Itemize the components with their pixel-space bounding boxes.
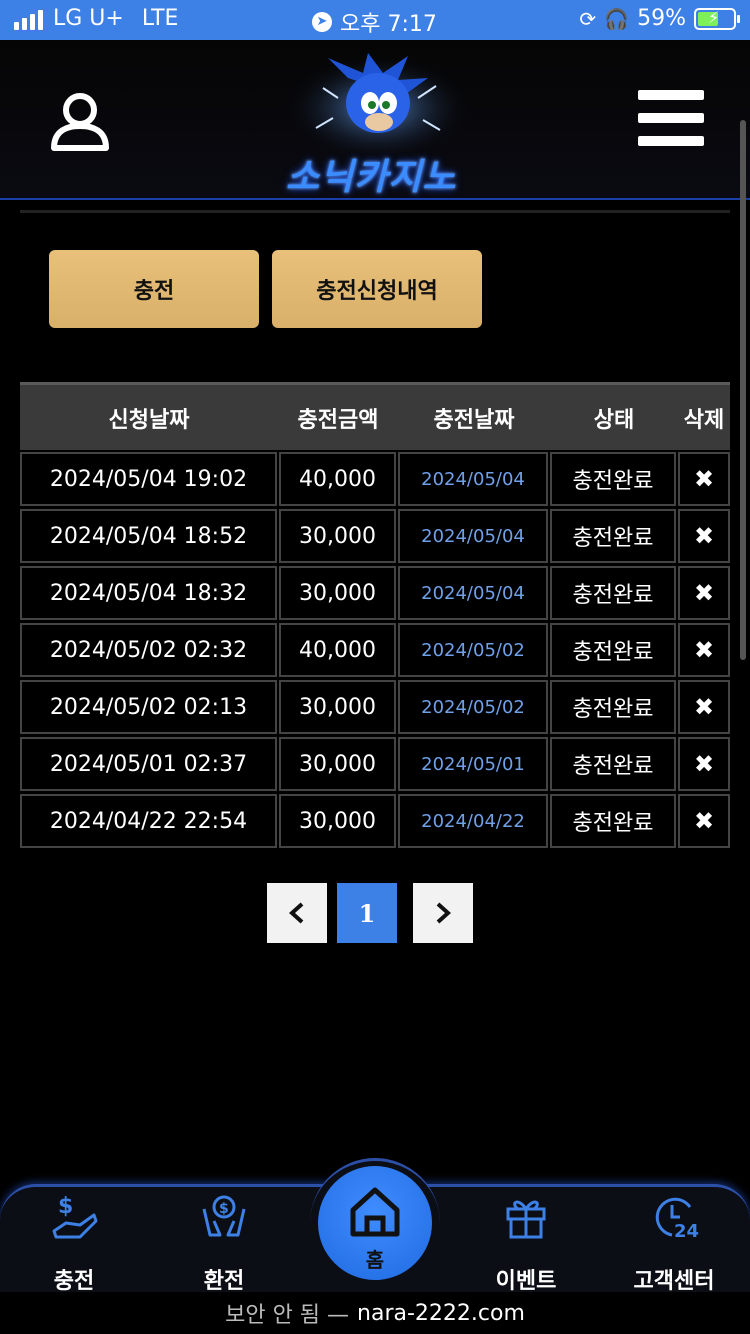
nav-home-button[interactable]: 홈 — [318, 1166, 432, 1280]
delete-icon[interactable]: ✖ — [678, 623, 730, 677]
status-cell: 충전완료 — [550, 623, 676, 677]
url-domain: nara-2222.com — [357, 1300, 525, 1326]
table-row: 2024/05/04 18:52 30,000 2024/05/04 충전완료 ✖ — [20, 509, 730, 563]
table-row: 2024/05/01 02:37 30,000 2024/05/01 충전완료 ✖ — [20, 737, 730, 791]
amount-cell: 30,000 — [279, 794, 396, 848]
sonic-mascot-icon — [283, 53, 473, 163]
hamburger-menu-icon[interactable] — [638, 90, 704, 146]
support-24h-icon: 24 — [655, 1197, 699, 1242]
charge-date-cell: 2024/05/02 — [398, 623, 548, 677]
logo-text: 소닉카지노 — [286, 157, 457, 198]
column-delete: 삭제 — [683, 407, 725, 433]
amount-cell: 30,000 — [279, 737, 396, 791]
home-icon — [350, 1187, 400, 1237]
status-cell: 충전완료 — [550, 680, 676, 734]
status-cell: 충전완료 — [550, 794, 676, 848]
charge-date-cell: 2024/05/01 — [398, 737, 548, 791]
signal-icon — [14, 8, 43, 30]
amount-cell: 30,000 — [279, 509, 396, 563]
charge-date-cell: 2024/05/04 — [398, 509, 548, 563]
status-cell: 충전완료 — [550, 566, 676, 620]
request-date-cell: 2024/04/22 22:54 — [20, 794, 277, 848]
charge-date-cell: 2024/05/02 — [398, 680, 548, 734]
status-cell: 충전완료 — [550, 509, 676, 563]
charge-history-table: 신청날짜 충전금액 충전날짜 상태 삭제 2024/05/04 19:02 40,… — [20, 382, 730, 848]
prev-page-button[interactable] — [267, 883, 327, 943]
nav-home-label: 홈 — [365, 1248, 385, 1272]
table-row: 2024/05/04 19:02 40,000 2024/05/04 충전완료 ✖ — [20, 452, 730, 506]
nav-exchange[interactable]: $ 환전 — [164, 1187, 284, 1295]
nav-support[interactable]: 24 고객센터 — [614, 1187, 734, 1295]
amount-cell: 30,000 — [279, 566, 396, 620]
nav-charge[interactable]: $ 충전 — [14, 1187, 134, 1295]
column-amount: 충전금액 — [297, 407, 379, 433]
network-label: LTE — [141, 6, 179, 31]
amount-cell: 40,000 — [279, 623, 396, 677]
rotation-lock-icon: ⟳ — [579, 6, 597, 31]
exchange-hands-icon: $ — [202, 1195, 246, 1237]
table-row: 2024/05/02 02:13 30,000 2024/05/02 충전완료 ✖ — [20, 680, 730, 734]
delete-icon[interactable]: ✖ — [678, 509, 730, 563]
nav-event-label: 이벤트 — [495, 1269, 557, 1294]
charge-history-tab-button[interactable]: 충전신청내역 — [272, 250, 482, 328]
nav-event[interactable]: 이벤트 — [466, 1187, 586, 1295]
site-header: 소닉카지노 — [0, 40, 750, 200]
carrier-label: LG U+ — [53, 6, 124, 31]
security-label: 보안 안 됨 — — [225, 1303, 350, 1328]
user-icon[interactable] — [48, 90, 112, 154]
request-date-cell: 2024/05/01 02:37 — [20, 737, 277, 791]
scrollbar[interactable] — [740, 120, 746, 660]
amount-cell: 40,000 — [279, 452, 396, 506]
nav-exchange-label: 환전 — [203, 1269, 245, 1294]
request-date-cell: 2024/05/04 18:32 — [20, 566, 277, 620]
status-bar: LG U+ LTE ➤ 오후 7:17 ⟳ 🎧 59% ⚡ — [0, 0, 750, 40]
charge-date-cell: 2024/04/22 — [398, 794, 548, 848]
next-page-button[interactable] — [413, 883, 473, 943]
delete-icon[interactable]: ✖ — [678, 794, 730, 848]
table-row: 2024/04/22 22:54 30,000 2024/04/22 충전완료 ✖ — [20, 794, 730, 848]
status-left: LG U+ LTE — [14, 6, 178, 31]
charge-tab-button[interactable]: 충전 — [49, 250, 259, 328]
divider — [20, 210, 730, 213]
charge-date-cell: 2024/05/04 — [398, 566, 548, 620]
headphones-icon: 🎧 — [604, 6, 630, 31]
svg-text:$: $ — [58, 1194, 73, 1219]
charge-date-cell: 2024/05/04 — [398, 452, 548, 506]
table-row: 2024/05/02 02:32 40,000 2024/05/02 충전완료 ✖ — [20, 623, 730, 677]
table-header: 신청날짜 충전금액 충전날짜 상태 삭제 — [20, 382, 730, 450]
delete-icon[interactable]: ✖ — [678, 737, 730, 791]
charge-hand-coin-icon: $ — [52, 1194, 98, 1239]
clock: 오후 7:17 — [340, 12, 437, 37]
request-date-cell: 2024/05/04 19:02 — [20, 452, 277, 506]
column-status: 상태 — [593, 407, 635, 433]
nav-support-label: 고객센터 — [633, 1269, 715, 1294]
request-date-cell: 2024/05/02 02:13 — [20, 680, 277, 734]
location-icon: ➤ — [312, 12, 332, 32]
svg-text:24: 24 — [674, 1221, 699, 1242]
svg-text:$: $ — [219, 1201, 229, 1217]
request-date-cell: 2024/05/04 18:52 — [20, 509, 277, 563]
nav-charge-label: 충전 — [53, 1269, 95, 1294]
status-cell: 충전완료 — [550, 737, 676, 791]
browser-url-bar[interactable]: 보안 안 됨 — nara-2222.com — [0, 1292, 750, 1334]
column-request-date: 신청날짜 — [108, 407, 190, 433]
delete-icon[interactable]: ✖ — [678, 680, 730, 734]
chevron-right-icon — [436, 902, 451, 924]
gift-icon — [506, 1200, 546, 1239]
battery-percent: 59% — [637, 6, 686, 31]
delete-icon[interactable]: ✖ — [678, 566, 730, 620]
status-right: ⟳ 🎧 59% ⚡ — [579, 6, 740, 31]
column-charge-date: 충전날짜 — [433, 407, 515, 433]
status-center: ➤ 오후 7:17 — [312, 6, 437, 38]
delete-icon[interactable]: ✖ — [678, 452, 730, 506]
chevron-left-icon — [289, 902, 304, 924]
battery-icon: ⚡ — [694, 7, 740, 30]
request-date-cell: 2024/05/02 02:32 — [20, 623, 277, 677]
table-row: 2024/05/04 18:32 30,000 2024/05/04 충전완료 ✖ — [20, 566, 730, 620]
site-logo[interactable]: 소닉카지노 — [268, 48, 488, 198]
amount-cell: 30,000 — [279, 680, 396, 734]
page-1-button[interactable]: 1 — [337, 883, 397, 943]
status-cell: 충전완료 — [550, 452, 676, 506]
